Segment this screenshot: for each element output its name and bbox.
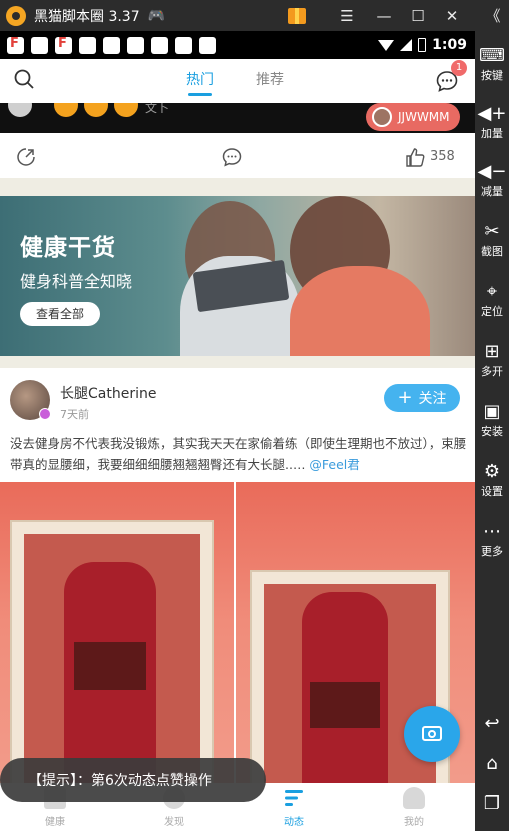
message-badge: 1 bbox=[451, 60, 467, 76]
waist-trainer bbox=[310, 682, 380, 728]
collapse-sidebar-button[interactable]: 《 bbox=[481, 0, 505, 31]
camera-button[interactable] bbox=[404, 706, 460, 762]
decor-dot bbox=[8, 103, 32, 117]
decor-dot bbox=[84, 103, 108, 117]
user-chip[interactable]: JJWWMM bbox=[366, 103, 460, 131]
post-photo[interactable] bbox=[236, 482, 475, 831]
follow-button[interactable]: + 关注 bbox=[384, 384, 460, 412]
toast-message: 【提示】：第6次动态点赞操作 bbox=[0, 758, 266, 802]
maximize-button[interactable]: ☐ bbox=[407, 0, 429, 31]
status-time: 1:09 bbox=[432, 37, 467, 53]
sidebar-keyboard[interactable]: ⌨ 按键 bbox=[475, 45, 509, 83]
volume-up-icon: ◀+ bbox=[477, 103, 507, 124]
battery-icon bbox=[418, 38, 427, 52]
close-button[interactable]: ✕ bbox=[441, 0, 463, 31]
avatar bbox=[372, 107, 392, 127]
app-logo-icon bbox=[6, 5, 26, 26]
feed-icon bbox=[285, 790, 303, 806]
post-username[interactable]: 长腿Catherine bbox=[60, 383, 156, 403]
follow-label: 关注 bbox=[418, 391, 447, 407]
active-tab-indicator bbox=[188, 93, 212, 96]
post-actions: 358 bbox=[0, 143, 475, 173]
notification-app-icon bbox=[55, 36, 72, 54]
multi-open-icon: ⊞ bbox=[484, 341, 500, 362]
notification-icon bbox=[103, 36, 120, 54]
health-tips-banner[interactable]: 健康干货 健身科普全知晓 查看全部 bbox=[0, 196, 475, 356]
apk-icon: ▣ bbox=[483, 401, 501, 422]
nav-feed[interactable]: 动态 bbox=[254, 783, 334, 831]
notification-icon bbox=[31, 36, 48, 54]
like-icon[interactable] bbox=[404, 146, 426, 168]
banner-title: 健康干货 bbox=[20, 235, 116, 261]
mention-link[interactable]: @Feel君 bbox=[309, 457, 359, 472]
sidebar-location[interactable]: ⌖ 定位 bbox=[475, 281, 509, 319]
emulator-window: 黑猫脚本圈 3.37 🎮 ☰ — ☐ ✕ 《 1:09 ⌨ 按键 ◀+ bbox=[0, 0, 509, 831]
sidebar-volume-down[interactable]: ◀− 减量 bbox=[475, 161, 509, 199]
decor-dot bbox=[114, 103, 138, 117]
scissors-icon: ✂ bbox=[484, 221, 500, 242]
nav-profile[interactable]: 我的 bbox=[374, 783, 454, 831]
emulator-titlebar: 黑猫脚本圈 3.37 🎮 ☰ — ☐ ✕ 《 bbox=[0, 0, 509, 31]
minimize-button[interactable]: — bbox=[373, 0, 395, 31]
location-icon: ⌖ bbox=[486, 281, 498, 302]
notification-app-icon bbox=[7, 36, 24, 54]
sidebar-multi-open[interactable]: ⊞ 多开 bbox=[475, 341, 509, 379]
banner-person-shirt bbox=[290, 266, 430, 356]
emulator-title: 黑猫脚本圈 3.37 bbox=[34, 8, 140, 25]
notification-icon bbox=[175, 36, 192, 54]
menu-button[interactable]: ☰ bbox=[336, 0, 358, 31]
sidebar-install-apk[interactable]: ▣ 安装 bbox=[475, 401, 509, 439]
gender-badge-icon bbox=[39, 408, 51, 420]
home-icon[interactable]: ⌂ bbox=[475, 753, 509, 774]
waist-trainer bbox=[74, 642, 146, 690]
notification-icon bbox=[151, 36, 168, 54]
wifi-icon bbox=[378, 39, 395, 51]
like-count: 358 bbox=[430, 149, 455, 164]
plus-icon: + bbox=[397, 387, 413, 408]
banner-subtitle: 健身科普全知晓 bbox=[20, 272, 133, 291]
sidebar-settings[interactable]: ⚙ 设置 bbox=[475, 461, 509, 499]
keyboard-icon: ⌨ bbox=[479, 45, 505, 66]
profile-icon bbox=[403, 787, 425, 809]
app-header: 热门 推荐 1 bbox=[0, 59, 475, 103]
notification-icon bbox=[127, 36, 144, 54]
chip-username: JJWWMM bbox=[398, 110, 450, 124]
notification-icon bbox=[199, 36, 216, 54]
gift-icon[interactable] bbox=[284, 0, 310, 31]
tab-hot[interactable]: 热门 bbox=[186, 69, 214, 89]
post-text[interactable]: 没去健身房不代表我没锻炼，其实我天天在家偷着练（即使生理期也不放过），束腰带真的… bbox=[10, 433, 468, 475]
volume-down-icon: ◀− bbox=[477, 161, 507, 182]
emulator-sidebar: ⌨ 按键 ◀+ 加量 ◀− 减量 ✂ 截图 ⌖ 定位 ⊞ 多开 ▣ 安装 ⚙ 设 bbox=[475, 31, 509, 831]
sidebar-screenshot[interactable]: ✂ 截图 bbox=[475, 221, 509, 259]
tab-recommend[interactable]: 推荐 bbox=[256, 69, 284, 89]
recent-apps-icon[interactable]: ❐ bbox=[475, 793, 509, 814]
previous-post-card: 文卜 JJWWMM 358 bbox=[0, 103, 475, 178]
gamepad-icon[interactable]: 🎮 bbox=[148, 8, 165, 24]
signal-icon bbox=[400, 39, 413, 51]
app-screen: 热门 推荐 1 文卜 JJWWMM 358 健康干货 健身科普全知晓 查看全部 … bbox=[0, 59, 475, 831]
decor-dot bbox=[54, 103, 78, 117]
comment-icon[interactable] bbox=[222, 147, 242, 167]
notification-icon bbox=[79, 36, 96, 54]
post-body: 没去健身房不代表我没锻炼，其实我天天在家偷着练（即使生理期也不放过），束腰带真的… bbox=[10, 436, 467, 472]
sidebar-more[interactable]: ⋯ 更多 bbox=[475, 521, 509, 559]
share-icon[interactable] bbox=[16, 147, 36, 167]
previous-image-text: 文卜 bbox=[145, 103, 170, 115]
post-time: 7天前 bbox=[60, 408, 89, 421]
sidebar-volume-up[interactable]: ◀+ 加量 bbox=[475, 103, 509, 141]
search-icon[interactable] bbox=[14, 69, 34, 89]
view-all-button[interactable]: 查看全部 bbox=[20, 302, 100, 326]
back-icon[interactable]: ↩ bbox=[475, 713, 509, 734]
settings-icon: ⚙ bbox=[483, 461, 501, 482]
more-icon: ⋯ bbox=[483, 521, 501, 542]
android-status-bar: 1:09 bbox=[0, 31, 475, 59]
